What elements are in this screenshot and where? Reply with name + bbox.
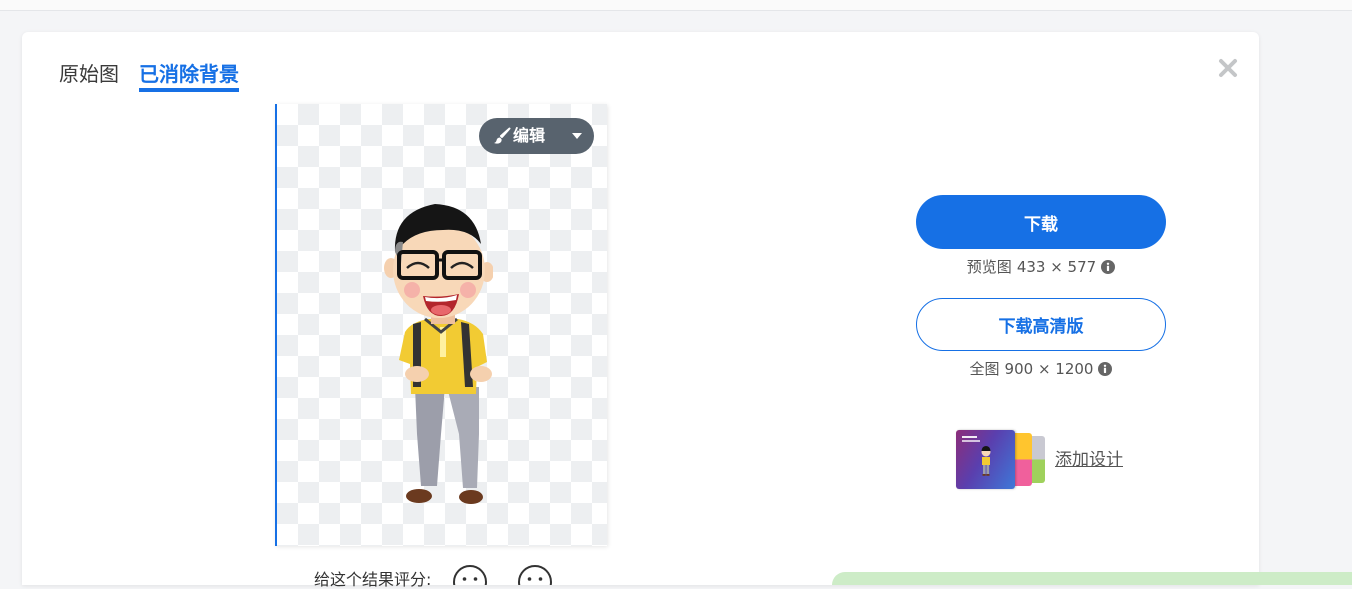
rating-label: 给这个结果评分: xyxy=(314,570,432,589)
rating-face-button[interactable] xyxy=(452,563,488,585)
preview-size-dimensions: 433 × 577 xyxy=(1016,258,1097,276)
cartoon-person-image xyxy=(384,204,493,504)
neutral-face-icon xyxy=(518,565,552,585)
download-button[interactable]: 下载 xyxy=(916,195,1166,249)
close-button[interactable] xyxy=(1218,58,1238,78)
edit-label: 编辑 xyxy=(513,126,546,145)
neutral-face-icon xyxy=(453,565,487,585)
close-icon xyxy=(1219,59,1237,77)
info-icon[interactable] xyxy=(1101,260,1116,274)
header-edge xyxy=(0,0,1352,11)
design-thumbnail-preview xyxy=(956,430,1015,489)
full-size-label: 全图 xyxy=(969,360,1000,378)
design-thumbnail-stack[interactable] xyxy=(956,430,1046,490)
notification-toast xyxy=(832,572,1352,585)
full-size-info: 全图 900 × 1200 xyxy=(916,360,1166,378)
result-preview: 编辑 xyxy=(275,104,607,546)
tab-original[interactable]: 原始图 xyxy=(59,63,119,85)
brush-icon xyxy=(494,127,511,144)
preview-size-info: 预览图 433 × 577 xyxy=(916,258,1166,276)
preview-size-label: 预览图 xyxy=(966,258,1012,276)
add-design-link[interactable]: 添加设计 xyxy=(1055,449,1123,471)
rating-face-button[interactable] xyxy=(517,563,553,585)
edit-button[interactable]: 编辑 xyxy=(479,118,594,154)
caret-down-icon[interactable] xyxy=(572,133,582,139)
tab-removed-background[interactable]: 已消除背景 xyxy=(139,63,239,92)
info-icon[interactable] xyxy=(1098,362,1113,376)
design-thumbnail-figure xyxy=(962,436,991,476)
result-card: 原始图 已消除背景 编辑 下载 预览图 433 × 577 下载高清版 全图 9… xyxy=(22,32,1259,589)
download-hd-button[interactable]: 下载高清版 xyxy=(916,298,1166,351)
full-size-dimensions: 900 × 1200 xyxy=(1004,360,1094,378)
